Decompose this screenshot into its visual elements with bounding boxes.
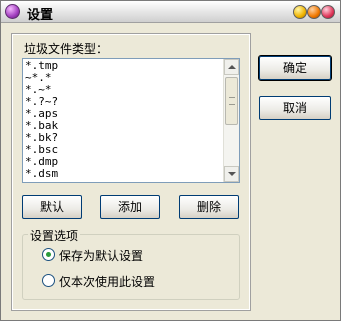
title-bar[interactable]: 设置	[1, 1, 340, 23]
cancel-button[interactable]: 取消	[259, 96, 331, 120]
use-once-label: 仅本次使用此设置	[59, 275, 156, 289]
settings-options-title: 设置选项	[28, 227, 81, 244]
scroll-down-icon[interactable]	[224, 166, 239, 182]
scroll-up-icon[interactable]	[224, 59, 239, 75]
settings-dialog: 设置 垃圾文件类型： *.tmp ~*.* *.~* *.?~? *.aps *…	[0, 0, 341, 321]
list-item[interactable]: ~*.*	[25, 72, 222, 84]
window-title: 设置	[27, 8, 54, 23]
add-button[interactable]: 添加	[100, 195, 160, 219]
delete-button[interactable]: 删除	[179, 195, 239, 219]
maximize-button[interactable]	[307, 5, 321, 19]
save-default-radio[interactable]	[42, 248, 55, 261]
list-scrollbar[interactable]	[223, 59, 239, 182]
scroll-thumb[interactable]	[225, 77, 238, 125]
save-default-label: 保存为默认设置	[59, 249, 144, 263]
file-types-items: *.tmp ~*.* *.~* *.?~? *.aps *.bak *.bk? …	[25, 60, 222, 181]
use-once-radio[interactable]	[42, 274, 55, 287]
ok-button[interactable]: 确定	[258, 55, 332, 81]
default-button[interactable]: 默认	[22, 195, 82, 219]
app-icon	[5, 4, 20, 19]
file-types-list[interactable]: *.tmp ~*.* *.~* *.?~? *.aps *.bak *.bk? …	[22, 58, 240, 183]
close-button[interactable]	[321, 5, 335, 19]
minimize-button[interactable]	[293, 5, 307, 19]
list-item[interactable]: *.dsm	[25, 168, 222, 180]
file-types-label: 垃圾文件类型：	[24, 42, 109, 56]
list-item[interactable]: *.tmp	[25, 60, 222, 72]
